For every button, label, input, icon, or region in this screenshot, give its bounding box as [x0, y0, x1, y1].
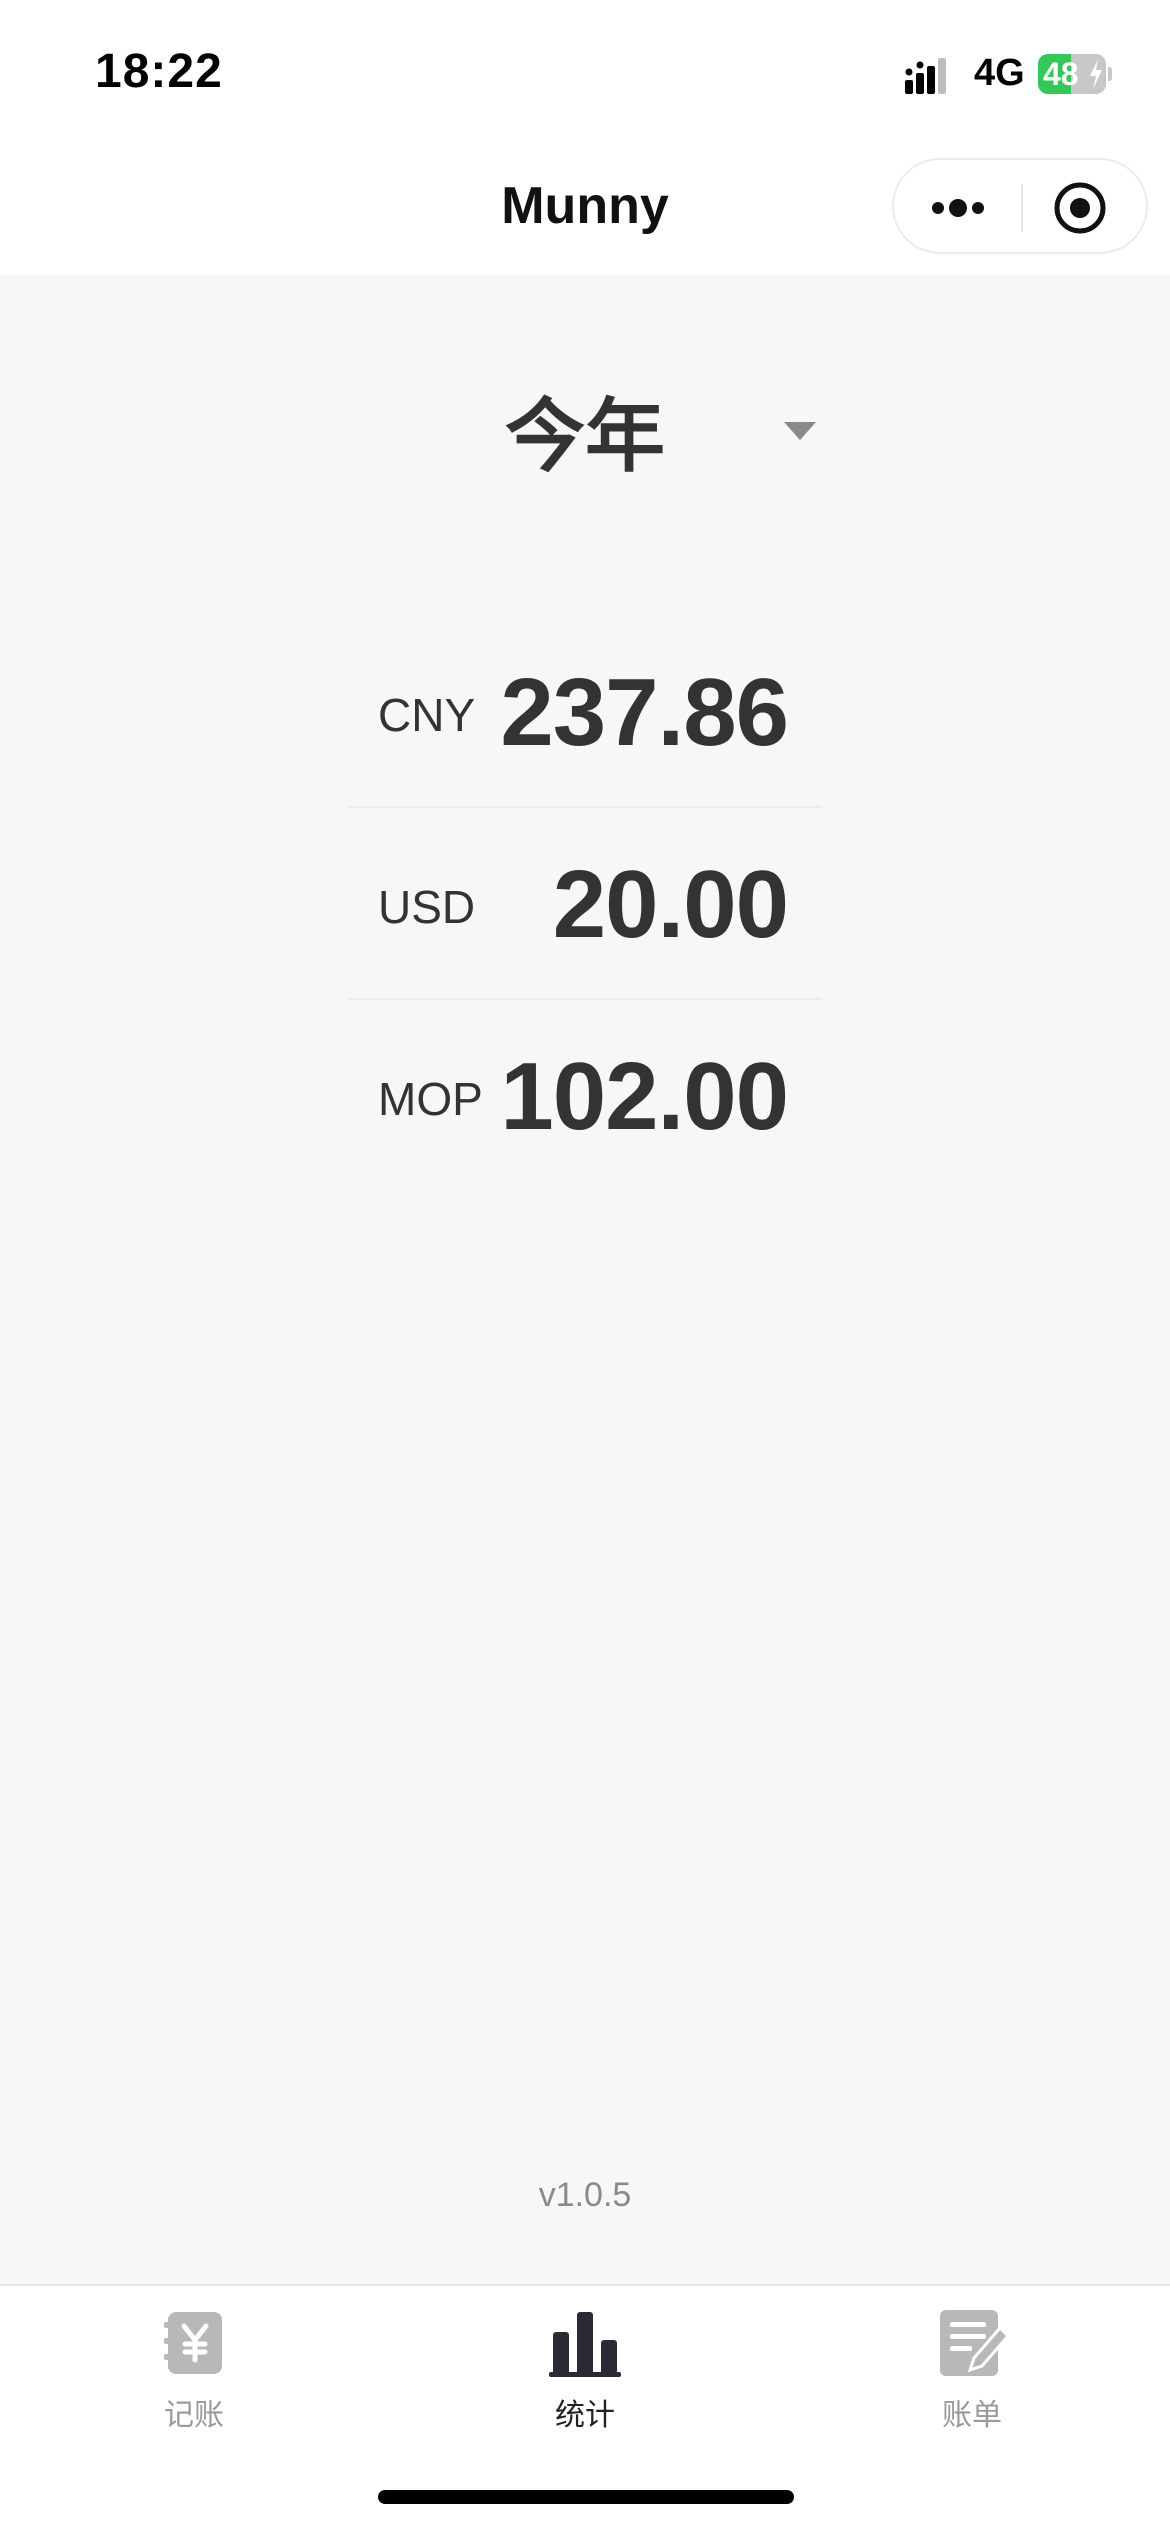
app-version: v1.0.5: [538, 2176, 632, 2214]
network-type: 4G: [974, 52, 1025, 94]
tab-label: 统计: [555, 2398, 615, 2433]
more-dots-icon: [932, 199, 984, 217]
currency-total-row: CNY 237.86: [348, 618, 822, 808]
battery-body: 48: [1038, 54, 1106, 94]
yen-ledger-icon: [164, 2312, 222, 2374]
more-menu-button[interactable]: [926, 188, 990, 228]
row-divider: [348, 998, 822, 1000]
status-bar: 18:22 4G 48: [0, 0, 1170, 140]
mini-program-capsule: [892, 158, 1148, 254]
bar-chart-icon: [549, 2312, 621, 2377]
period-selector[interactable]: 今年: [0, 372, 1170, 483]
battery-charging-icon: 48: [1038, 54, 1112, 94]
row-divider: [348, 806, 822, 808]
tab-record[interactable]: 记账: [74, 2306, 314, 2456]
home-indicator: [378, 2490, 794, 2504]
charging-bolt-icon: [1090, 59, 1102, 89]
currency-amount: 20.00: [552, 851, 789, 958]
bill-edit-icon: [940, 2310, 1008, 2376]
currency-code: CNY: [378, 689, 476, 741]
status-time: 18:22: [95, 45, 223, 98]
tab-bills[interactable]: 账单: [852, 2306, 1092, 2456]
tab-label: 记账: [164, 2398, 224, 2433]
period-label: 今年: [505, 390, 665, 483]
currency-code: MOP: [378, 1073, 483, 1125]
close-mini-program-button[interactable]: [1052, 180, 1108, 236]
app-screen: 18:22 4G 48 Munny 今年 CNY 237.86 USD 20.0…: [0, 0, 1170, 2532]
currency-amount: 102.00: [500, 1043, 789, 1150]
battery-tip: [1108, 67, 1112, 81]
tab-statistics[interactable]: 统计: [465, 2306, 705, 2456]
signal-icon: [905, 58, 946, 94]
currency-code: USD: [378, 881, 476, 933]
tab-label: 账单: [942, 2398, 1002, 2433]
currency-total-row: USD 20.00: [348, 810, 822, 1000]
currency-total-row: MOP 102.00: [348, 1002, 822, 1192]
currency-amount: 237.86: [500, 659, 789, 766]
close-target-icon: [1054, 182, 1106, 234]
caret-down-icon: [784, 422, 816, 440]
capsule-divider: [1021, 184, 1023, 232]
